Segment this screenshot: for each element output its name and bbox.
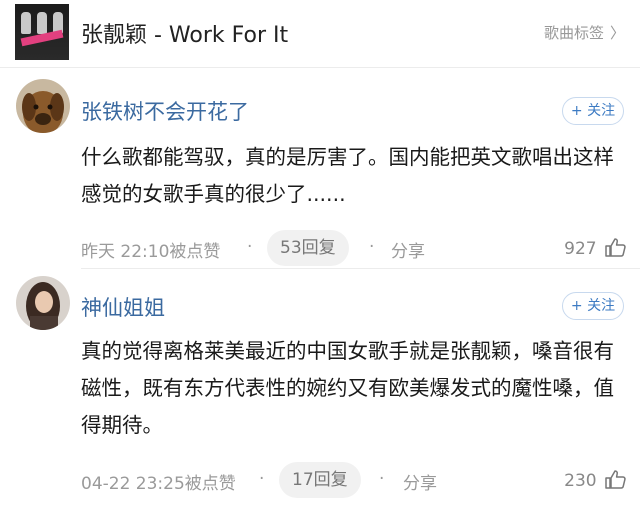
song-header: 张靓颖 - Work For It 歌曲标签〉 — [0, 0, 640, 68]
share-button[interactable]: 分享 — [403, 469, 437, 494]
chevron-right-icon: 〉 — [609, 24, 625, 42]
reply-button[interactable]: 17回复 — [279, 462, 361, 498]
thumbs-up-icon — [604, 237, 626, 262]
song-tags-link[interactable]: 歌曲标签〉 — [544, 22, 625, 43]
follow-button[interactable]: + 关注 — [562, 97, 624, 125]
song-tags-label: 歌曲标签 — [543, 24, 604, 42]
comment-time: 04-22 23:25被点赞 — [81, 474, 236, 494]
avatar[interactable] — [16, 79, 70, 133]
album-cover[interactable] — [15, 4, 69, 60]
like-count: 927 — [564, 239, 597, 259]
separator-dot: · — [259, 469, 265, 489]
separator-dot: · — [379, 469, 385, 489]
comment-text: 真的觉得离格莱美最近的中国女歌手就是张靓颖，嗓音很有磁性，既有东方代表性的婉约又… — [81, 339, 614, 437]
share-button[interactable]: 分享 — [391, 237, 425, 262]
avatar[interactable] — [16, 276, 70, 330]
like-count: 230 — [564, 471, 597, 491]
separator-dot: · — [247, 237, 253, 257]
comment-username[interactable]: 张铁树不会开花了 — [81, 96, 249, 126]
comment-text: 什么歌都能驾驭，真的是厉害了。国内能把英文歌唱出这样感觉的女歌手真的很少了...… — [81, 145, 614, 206]
comment-meta: 昨天 22:10被点赞 · 53回复 · 分享 927 — [81, 230, 626, 266]
like-button[interactable]: 927 — [564, 237, 626, 262]
like-button[interactable]: 230 — [564, 469, 626, 494]
separator-dot: · — [369, 237, 375, 257]
reply-button[interactable]: 53回复 — [267, 230, 349, 266]
comment-username[interactable]: 神仙姐姐 — [81, 292, 165, 322]
comment-divider — [81, 268, 640, 269]
comment-time: 昨天 22:10被点赞 — [81, 242, 221, 262]
comment-meta: 04-22 23:25被点赞 · 17回复 · 分享 230 — [81, 462, 626, 498]
follow-button[interactable]: + 关注 — [562, 292, 624, 320]
song-title: 张靓颖 - Work For It — [81, 23, 289, 48]
thumbs-up-icon — [604, 469, 626, 494]
